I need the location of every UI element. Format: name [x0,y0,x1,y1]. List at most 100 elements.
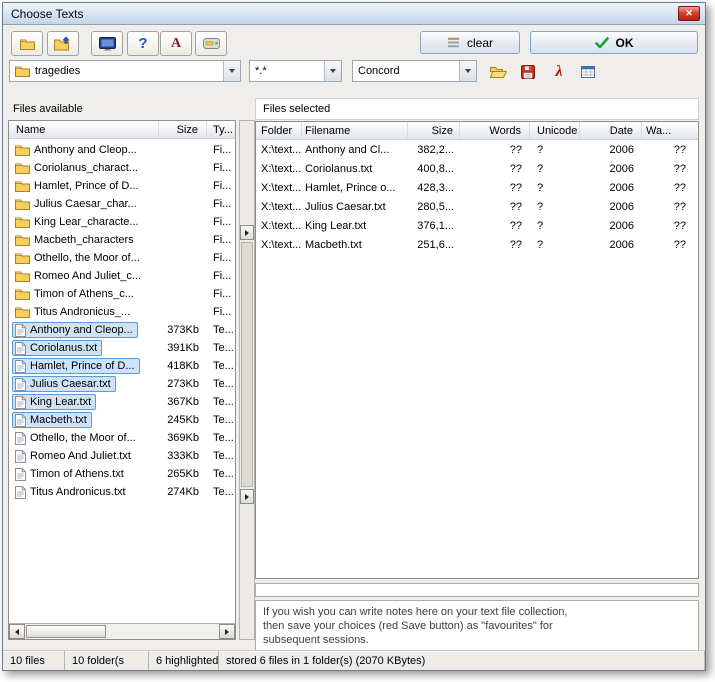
close-button[interactable]: ✕ [678,6,700,21]
notes-line-2: then save your choices (red Save button)… [263,619,691,633]
drive-button[interactable] [195,31,227,56]
column-header-unicode[interactable]: Unicode [530,122,580,139]
triangle-right-icon [225,629,229,635]
folder-icon [15,65,30,77]
folder-row[interactable]: Timon of Athens_c... Fi... [9,285,235,303]
file-row[interactable]: Othello, the Moor of... 369Kb Te... [9,429,235,447]
folder-name: Timon of Athens_c... [34,288,134,300]
selected-file-row[interactable]: X:\text... Coriolanus.txt 400,8... ?? ? … [256,159,698,178]
folder-row[interactable]: Othello, the Moor of... Fi... [9,249,235,267]
scroll-right-button[interactable] [219,624,235,639]
file-row[interactable]: Romeo And Juliet.txt 333Kb Te... [9,447,235,465]
folder-row[interactable]: Macbeth_characters Fi... [9,231,235,249]
tool-combo-dropdown[interactable] [459,61,476,81]
pane-divider[interactable] [239,120,255,640]
wa-cell: ?? [642,182,698,194]
column-header-wa[interactable]: Wa... [642,122,698,139]
transfer-right-button-top[interactable] [240,225,254,240]
ok-label: OK [616,36,634,50]
scroll-left-button[interactable] [9,624,25,639]
help-button[interactable]: ? [127,31,159,56]
open-folder-button[interactable] [11,31,43,56]
selected-file-rows: X:\text... Anthony and Cl... 382,2... ??… [256,140,698,254]
words-cell: ?? [460,239,530,251]
folder-name: Titus Andronicus_... [34,306,130,318]
font-button[interactable]: A [160,31,192,56]
pattern-combo-dropdown[interactable] [324,61,341,81]
filename-cell: Coriolanus.txt [302,163,408,175]
folder-icon [15,288,30,300]
folder-combo[interactable]: tragedies [9,60,241,82]
selected-file-row[interactable]: X:\text... Anthony and Cl... 382,2... ??… [256,140,698,159]
folder-cell: X:\text... [256,163,302,175]
notes-edit-line[interactable] [255,583,699,597]
file-row[interactable]: Hamlet, Prince of D... 418Kb Te... [9,357,235,375]
tool-combo[interactable]: Concord [352,60,477,82]
file-row[interactable]: King Lear.txt 367Kb Te... [9,393,235,411]
ok-button[interactable]: OK [530,31,698,54]
column-header-size[interactable]: Size [159,121,207,138]
folder-row[interactable]: King Lear_characte... Fi... [9,213,235,231]
folder-icon [15,306,30,318]
column-header-name[interactable]: Name [9,121,159,138]
selected-file-row[interactable]: X:\text... King Lear.txt 376,1... ?? ? 2… [256,216,698,235]
column-header-type[interactable]: Ty... [207,121,235,138]
folder-row[interactable]: Julius Caesar_char... Fi... [9,195,235,213]
folder-row[interactable]: Titus Andronicus_... Fi... [9,303,235,321]
file-name: Romeo And Juliet.txt [30,450,131,462]
chevron-down-icon [465,69,471,73]
type-cell: Fi... [207,270,235,282]
file-row[interactable]: Coriolanus.txt 391Kb Te... [9,339,235,357]
unicode-cell: ? [530,220,580,232]
folder-row[interactable]: Anthony and Cleop... Fi... [9,141,235,159]
pattern-combo[interactable]: *.* [249,60,342,82]
text-file-icon [15,342,26,355]
text-file-icon [15,432,26,445]
selected-file-row[interactable]: X:\text... Hamlet, Prince o... 428,3... … [256,178,698,197]
column-header-folder[interactable]: Folder [256,122,302,139]
transfer-right-button-bottom[interactable] [240,489,254,504]
column-header-date[interactable]: Date [580,122,642,139]
type-cell: Fi... [207,216,235,228]
titlebar[interactable]: Choose Texts [3,3,705,25]
folder-name: King Lear_characte... [34,216,139,228]
file-row[interactable]: Macbeth.txt 245Kb Te... [9,411,235,429]
open-favourites-button[interactable] [485,60,511,83]
folder-up-button[interactable] [47,31,79,56]
filename-cell: King Lear.txt [302,220,408,232]
file-row[interactable]: Titus Andronicus.txt 274Kb Te... [9,483,235,501]
folder-row[interactable]: Romeo And Juliet_c... Fi... [9,267,235,285]
view-button[interactable] [91,31,123,56]
clear-button[interactable]: clear [420,31,520,54]
unicode-cell: ? [530,239,580,251]
folder-cell: X:\text... [256,201,302,213]
save-favourites-button[interactable] [515,60,541,83]
folder-combo-value: tragedies [35,65,80,77]
type-cell: Fi... [207,144,235,156]
divider-thumb[interactable] [241,242,253,487]
convert-pdf-button[interactable]: λ [546,60,572,83]
open-folder-icon [490,65,507,78]
file-row[interactable]: Julius Caesar.txt 273Kb Te... [9,375,235,393]
horizontal-scroll-thumb[interactable] [26,625,106,638]
column-header-filename[interactable]: Filename [302,122,408,139]
selected-file-row[interactable]: X:\text... Macbeth.txt 251,6... ?? ? 200… [256,235,698,254]
selected-file-row[interactable]: X:\text... Julius Caesar.txt 280,5... ??… [256,197,698,216]
notes-area[interactable]: If you wish you can write notes here on … [255,600,699,652]
size-cell: 251,6... [408,239,460,251]
text-file-icon [15,324,26,337]
column-header-size[interactable]: Size [408,122,460,139]
folder-icon [15,162,30,174]
column-header-words[interactable]: Words [460,122,530,139]
file-row[interactable]: Anthony and Cleop... 373Kb Te... [9,321,235,339]
file-name: Hamlet, Prince of D... [30,360,135,372]
folder-row[interactable]: Coriolanus_charact... Fi... [9,159,235,177]
size-cell: 382,2... [408,144,460,156]
type-cell: Te... [207,396,235,408]
statistics-button[interactable] [575,60,601,83]
folder-row[interactable]: Hamlet, Prince of D... Fi... [9,177,235,195]
type-cell: Te... [207,468,235,480]
file-row[interactable]: Timon of Athens.txt 265Kb Te... [9,465,235,483]
folder-combo-dropdown[interactable] [223,61,240,81]
horizontal-scrollbar[interactable] [9,623,235,639]
